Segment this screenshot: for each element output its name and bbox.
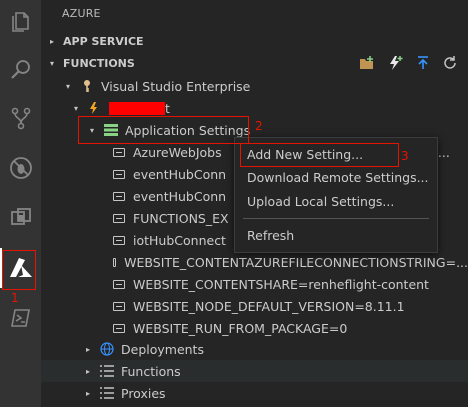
setting-label: WEBSITE_RUN_FROM_PACKAGE=0 — [133, 320, 348, 336]
setting-icon — [113, 191, 125, 201]
extensions-icon[interactable] — [0, 198, 41, 238]
search-icon[interactable] — [0, 50, 41, 90]
section-app-service[interactable]: ▸ APP SERVICE — [41, 30, 468, 52]
function-app-node[interactable]: ▾ t — [41, 97, 468, 119]
setting-icon — [113, 301, 125, 311]
active-indicator — [0, 248, 2, 288]
setting-label: WEBSITE_CONTENTAZUREFILECONNECTIONSTRING… — [124, 254, 468, 270]
refresh-icon[interactable] — [442, 55, 458, 74]
create-project-icon[interactable] — [359, 55, 375, 74]
terminal-icon[interactable] — [0, 298, 41, 338]
subscription-label: Visual Studio Enterprise — [101, 78, 251, 94]
setting-icon — [113, 235, 125, 245]
menu-item-refresh[interactable]: Refresh — [247, 228, 294, 243]
debug-icon[interactable] — [0, 148, 41, 188]
setting-icon — [113, 213, 125, 223]
setting-item[interactable]: WEBSITE_CONTENTSHARE=renheflight-content — [41, 273, 468, 295]
setting-label: eventHubConn — [133, 188, 227, 204]
menu-separator — [243, 218, 429, 219]
key-icon — [79, 78, 95, 94]
azure-icon[interactable] — [0, 248, 41, 288]
chevron-down-icon: ▾ — [65, 81, 70, 91]
chevron-down-icon: ▾ — [73, 103, 78, 113]
setting-label: AzureWebJobs — [133, 144, 222, 160]
deploy-icon[interactable] — [415, 55, 431, 74]
globe-icon — [99, 341, 115, 357]
setting-icon — [113, 257, 117, 267]
activity-bar — [0, 0, 41, 407]
setting-item[interactable]: WEBSITE_NODE_DEFAULT_VERSION=8.11.1 — [41, 295, 468, 317]
hover-highlight — [41, 360, 468, 382]
section-label: APP SERVICE — [63, 34, 144, 48]
deployments-label: Deployments — [121, 341, 204, 357]
setting-item[interactable]: WEBSITE_CONTENTAZUREFILECONNECTIONSTRING… — [41, 251, 468, 273]
setting-label: iotHubConnect — [133, 232, 226, 248]
source-control-icon[interactable] — [0, 98, 41, 138]
section-functions[interactable]: ▾ FUNCTIONS — [41, 52, 468, 74]
setting-item[interactable]: WEBSITE_RUN_FROM_PACKAGE=0 — [41, 317, 468, 339]
setting-icon — [113, 279, 125, 289]
menu-item-download-remote-settings[interactable]: Download Remote Settings... — [247, 170, 429, 185]
annotation-number-3: 3 — [401, 149, 409, 163]
setting-label: eventHubConn — [133, 166, 227, 182]
annotation-number-2: 2 — [255, 119, 263, 133]
menu-item-add-new-setting[interactable]: Add New Setting... — [247, 147, 363, 162]
section-label: FUNCTIONS — [63, 56, 135, 70]
setting-label: WEBSITE_NODE_DEFAULT_VERSION=8.11.1 — [133, 298, 405, 314]
chevron-right-icon: ▸ — [85, 344, 90, 354]
function-app-icon — [87, 100, 103, 116]
setting-icon — [113, 147, 125, 157]
chevron-right-icon: ▸ — [49, 36, 54, 46]
function-app-suffix: t — [165, 100, 170, 116]
settings-list-icon — [103, 122, 119, 138]
chevron-down-icon: ▾ — [49, 58, 54, 68]
setting-label: WEBSITE_CONTENTSHARE=renheflight-content — [133, 276, 429, 292]
deployments-node[interactable]: ▸ Deployments — [41, 338, 468, 360]
setting-label: FUNCTIONS_EX — [133, 210, 229, 226]
annotation-number-1: 1 — [11, 291, 19, 305]
sidebar-title: AZURE — [62, 7, 101, 20]
explorer-icon[interactable] — [0, 2, 41, 42]
application-settings-label: Application Settings — [125, 122, 251, 138]
chevron-down-icon: ▾ — [89, 125, 94, 135]
redacted-app-name — [109, 101, 165, 115]
create-function-icon[interactable] — [388, 55, 404, 74]
menu-item-upload-local-settings[interactable]: Upload Local Settings... — [247, 194, 394, 209]
setting-icon — [113, 323, 125, 333]
subscription-node[interactable]: ▾ Visual Studio Enterprise — [41, 75, 468, 97]
setting-icon — [113, 169, 125, 179]
